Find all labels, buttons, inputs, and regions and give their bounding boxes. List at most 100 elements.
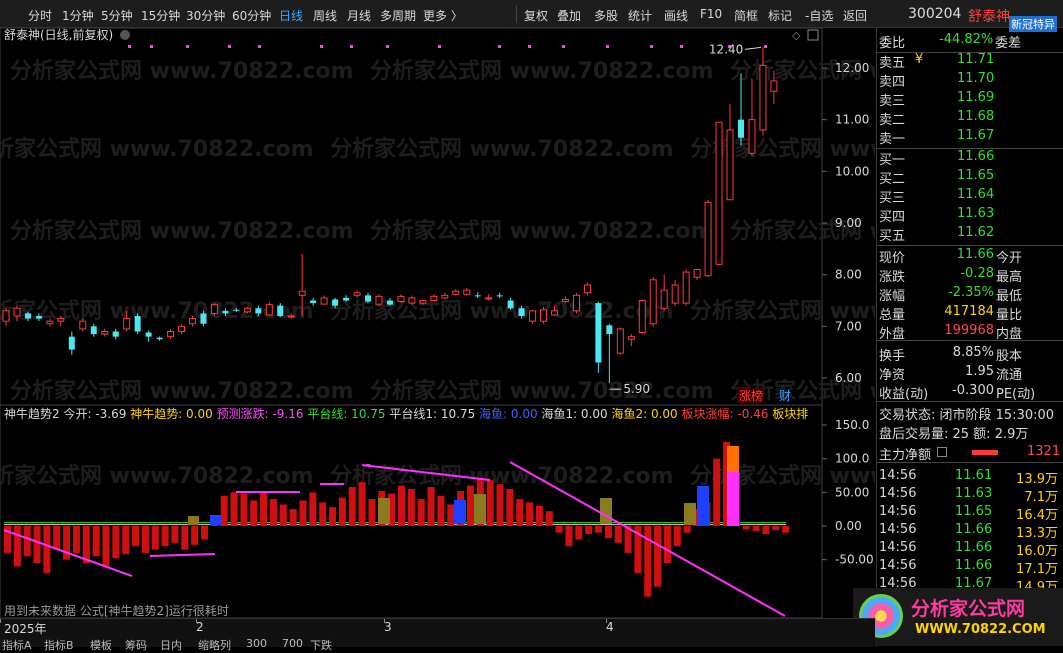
bottom-tab[interactable]: 700 bbox=[282, 637, 303, 650]
candle-body[interactable] bbox=[627, 336, 635, 340]
candle-body[interactable] bbox=[408, 297, 416, 304]
candle-body[interactable] bbox=[529, 310, 537, 322]
candle-body[interactable] bbox=[123, 318, 131, 330]
candle-body[interactable] bbox=[737, 119, 744, 138]
diamond-icon[interactable]: ◇ bbox=[792, 29, 801, 42]
candle-body[interactable] bbox=[660, 289, 668, 309]
candle-body[interactable] bbox=[397, 295, 405, 303]
candle-body[interactable] bbox=[704, 201, 712, 277]
candle-body[interactable] bbox=[156, 337, 163, 340]
candle-body[interactable] bbox=[518, 308, 525, 316]
period-tab[interactable]: 60分钟 bbox=[232, 7, 271, 24]
toolbar-button[interactable]: 标记 bbox=[768, 7, 792, 24]
bottom-tab[interactable]: 300 bbox=[246, 637, 267, 650]
period-tab[interactable]: 多周期 bbox=[380, 7, 416, 24]
candle-body[interactable] bbox=[726, 129, 734, 201]
kline-chart-area[interactable]: 分析家公式网 www.70822.com 分析家公式网 www.70822.com… bbox=[0, 27, 1063, 619]
candle-body[interactable] bbox=[134, 316, 141, 332]
toolbar-button[interactable]: 复权 bbox=[524, 7, 548, 24]
candle-body[interactable] bbox=[430, 295, 438, 302]
period-tab[interactable]: 更多 〉 bbox=[423, 7, 463, 24]
toolbar-button[interactable]: F10 bbox=[700, 7, 722, 21]
candle-body[interactable] bbox=[298, 290, 306, 296]
candle-body[interactable] bbox=[243, 307, 251, 313]
chart-options-icon[interactable] bbox=[120, 30, 130, 40]
toolbar-button[interactable]: 返回 bbox=[843, 7, 867, 24]
bottom-tab[interactable]: 指标A bbox=[2, 637, 32, 653]
candle-body[interactable] bbox=[112, 331, 119, 337]
candle-body[interactable] bbox=[167, 331, 175, 338]
candle-body[interactable] bbox=[320, 297, 328, 305]
candle-body[interactable] bbox=[638, 300, 646, 334]
toolbar-button[interactable]: -自选 bbox=[805, 7, 833, 24]
candle-body[interactable] bbox=[101, 331, 109, 335]
limit-up-badge[interactable]: 涨榜 bbox=[739, 388, 763, 403]
candle-body[interactable] bbox=[452, 290, 460, 295]
candle-body[interactable] bbox=[24, 313, 31, 319]
toolbar-button[interactable]: 画线 bbox=[664, 7, 688, 24]
candle-body[interactable] bbox=[463, 289, 471, 295]
period-tab[interactable]: 30分钟 bbox=[186, 7, 225, 24]
candle-body[interactable] bbox=[178, 325, 186, 333]
finance-badge[interactable]: 财 bbox=[779, 389, 791, 403]
candle-body[interactable] bbox=[682, 271, 690, 304]
candle-body[interactable] bbox=[188, 318, 196, 325]
candle-body[interactable] bbox=[561, 298, 569, 303]
candle-body[interactable] bbox=[90, 326, 97, 335]
candle-body[interactable] bbox=[386, 300, 393, 305]
restore-icon[interactable] bbox=[807, 29, 819, 41]
candle-body[interactable] bbox=[507, 300, 514, 309]
candle-body[interactable] bbox=[551, 310, 558, 316]
toolbar-button[interactable]: 统计 bbox=[628, 7, 652, 24]
list-icon[interactable] bbox=[937, 447, 947, 457]
candle-body[interactable] bbox=[200, 313, 207, 324]
new-badge[interactable]: 新冠特异 bbox=[1009, 16, 1057, 32]
candle-body[interactable] bbox=[233, 309, 240, 311]
candle-body[interactable] bbox=[748, 119, 756, 154]
candle-body[interactable] bbox=[265, 304, 273, 316]
period-tab[interactable]: 1分钟 bbox=[62, 7, 94, 24]
candle-body[interactable] bbox=[310, 300, 317, 304]
candle-body[interactable] bbox=[595, 303, 602, 363]
candle-body[interactable] bbox=[353, 292, 361, 296]
candle-body[interactable] bbox=[343, 297, 350, 301]
candle-body[interactable] bbox=[474, 295, 481, 297]
candle-body[interactable] bbox=[583, 284, 591, 294]
period-tab[interactable]: 周线 bbox=[313, 7, 337, 24]
period-tab[interactable]: 15分钟 bbox=[141, 7, 180, 24]
candle-body[interactable] bbox=[770, 80, 778, 92]
toolbar-button[interactable]: 简框 bbox=[734, 7, 758, 24]
candle-body[interactable] bbox=[57, 318, 65, 322]
candle-body[interactable] bbox=[485, 297, 493, 300]
candle-body[interactable] bbox=[572, 294, 580, 312]
candle-body[interactable] bbox=[759, 64, 767, 131]
candle-body[interactable] bbox=[332, 299, 339, 306]
candle-body[interactable] bbox=[35, 316, 42, 319]
candle-body[interactable] bbox=[671, 284, 679, 304]
candle-body[interactable] bbox=[606, 325, 613, 335]
bottom-tab[interactable]: 筹码 bbox=[125, 637, 147, 653]
candle-body[interactable] bbox=[715, 121, 723, 265]
candle-body[interactable] bbox=[145, 332, 152, 337]
candle-body[interactable] bbox=[46, 320, 54, 325]
candle-body[interactable] bbox=[441, 294, 449, 299]
candle-body[interactable] bbox=[2, 310, 10, 322]
candle-body[interactable] bbox=[693, 269, 701, 278]
candle-body[interactable] bbox=[365, 295, 372, 302]
candle-body[interactable] bbox=[255, 308, 262, 314]
bottom-tab[interactable]: 下跌 bbox=[310, 637, 332, 653]
candle-body[interactable] bbox=[287, 315, 295, 318]
period-tab[interactable]: 分时 bbox=[28, 7, 52, 24]
bottom-tab[interactable]: 日内 bbox=[160, 637, 182, 653]
bottom-tab[interactable]: 指标B bbox=[44, 637, 74, 653]
bottom-tab[interactable]: 缩略列 bbox=[198, 637, 231, 653]
toolbar-button[interactable]: 多股 bbox=[594, 7, 618, 24]
candle-body[interactable] bbox=[616, 328, 624, 354]
toolbar-button[interactable]: 叠加 bbox=[557, 7, 581, 24]
period-tab[interactable]: 5分钟 bbox=[101, 7, 133, 24]
candle-body[interactable] bbox=[79, 320, 87, 330]
candle-body[interactable] bbox=[210, 304, 218, 314]
bottom-tab[interactable]: 模板 bbox=[90, 637, 112, 653]
candle-body[interactable] bbox=[649, 279, 657, 325]
candle-body[interactable] bbox=[277, 305, 284, 316]
